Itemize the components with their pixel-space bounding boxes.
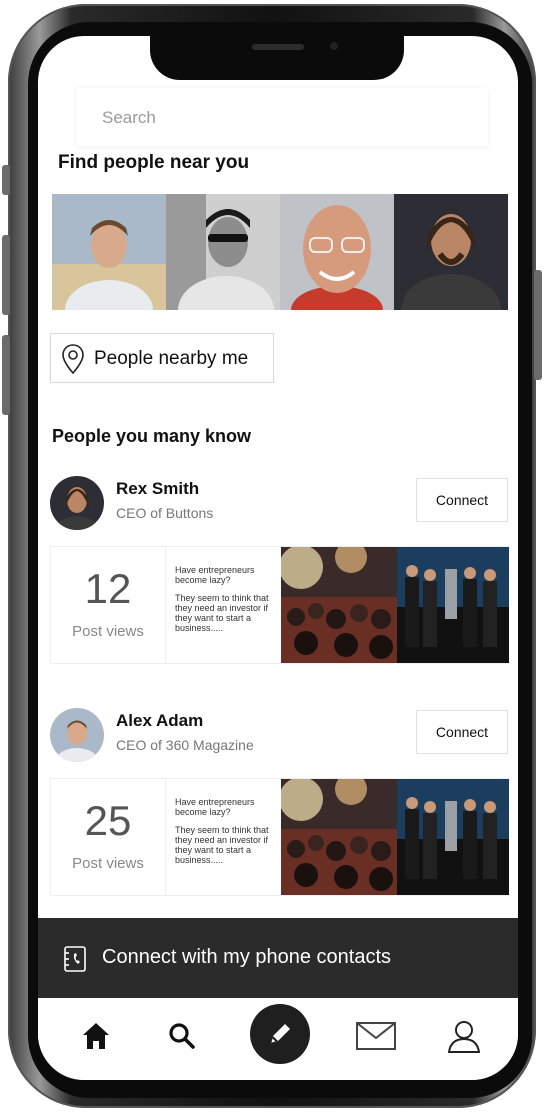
post-excerpt: Have entrepreneurs become lazy? They see… (175, 565, 279, 633)
post-views-box: 12 Post views (51, 547, 166, 663)
avatar[interactable] (50, 476, 104, 530)
post-views-label: Post views (72, 623, 144, 640)
search-placeholder: Search (102, 108, 156, 127)
post-excerpt: Have entrepreneurs become lazy? They see… (175, 797, 279, 865)
connect-button[interactable]: Connect (416, 478, 508, 522)
speaker (252, 44, 304, 50)
connect-phone-contacts-button[interactable]: Connect with my phone contacts (38, 918, 518, 998)
post-image-crowd (281, 547, 397, 663)
volume-up-button (2, 235, 10, 315)
nearby-person-photo[interactable] (280, 194, 394, 310)
avatar[interactable] (50, 708, 104, 762)
power-button (534, 270, 542, 380)
post-excerpt-title: Have entrepreneurs become lazy? (175, 565, 255, 585)
people-nearby-label: People nearby me (94, 348, 249, 369)
tab-messages[interactable] (356, 1016, 396, 1056)
home-icon (83, 1023, 109, 1049)
people-nearby-button[interactable]: People nearby me (50, 333, 274, 383)
post-views-label: Post views (72, 855, 144, 872)
volume-down-button (2, 335, 10, 415)
post-views-count: 12 (84, 565, 132, 612)
phone-contacts-icon (64, 946, 86, 972)
people-you-may-know-heading: People you many know (52, 426, 252, 446)
post-excerpt-body: They seem to think that they need an inv… (175, 825, 269, 865)
person-title: CEO of Buttons (116, 505, 214, 521)
post-image-group (397, 779, 509, 895)
person-name[interactable]: Alex Adam (116, 711, 203, 731)
connect-button[interactable]: Connect (416, 710, 508, 754)
nearby-person-photo[interactable] (166, 194, 280, 310)
search-icon (169, 1023, 195, 1049)
tab-home[interactable] (76, 1016, 116, 1056)
tab-profile[interactable] (444, 1016, 484, 1056)
post-views-count: 25 (84, 797, 132, 844)
post-image-group (397, 547, 509, 663)
pencil-icon (271, 1024, 290, 1043)
find-people-heading: Find people near you (58, 152, 250, 173)
post-card[interactable]: 25 Post views Have entrepreneurs become … (50, 778, 509, 896)
front-camera (330, 42, 338, 50)
person-title: CEO of 360 Magazine (116, 737, 254, 753)
bottom-tab-bar (38, 998, 518, 1080)
search-input[interactable]: Search (76, 88, 488, 146)
profile-icon (447, 1021, 481, 1053)
person-name[interactable]: Rex Smith (116, 479, 199, 499)
tab-compose[interactable] (250, 1004, 310, 1064)
post-views-box: 25 Post views (51, 779, 166, 895)
post-excerpt-title: Have entrepreneurs become lazy? (175, 797, 255, 817)
mute-switch (2, 165, 10, 195)
post-card[interactable]: 12 Post views Have entrepreneurs become … (50, 546, 509, 664)
post-excerpt-body: They seem to think that they need an inv… (175, 593, 269, 633)
connect-phone-contacts-label: Connect with my phone contacts (102, 946, 392, 968)
nearby-people-photos (52, 194, 508, 310)
nearby-person-photo[interactable] (52, 194, 166, 310)
post-image-crowd (281, 779, 397, 895)
notch (150, 36, 404, 80)
tab-search[interactable] (162, 1016, 202, 1056)
location-pin-icon (62, 344, 84, 374)
app-screen: Search Find people near you People nearb… (38, 36, 518, 1080)
nearby-person-photo[interactable] (394, 194, 508, 310)
mail-icon (356, 1022, 396, 1050)
